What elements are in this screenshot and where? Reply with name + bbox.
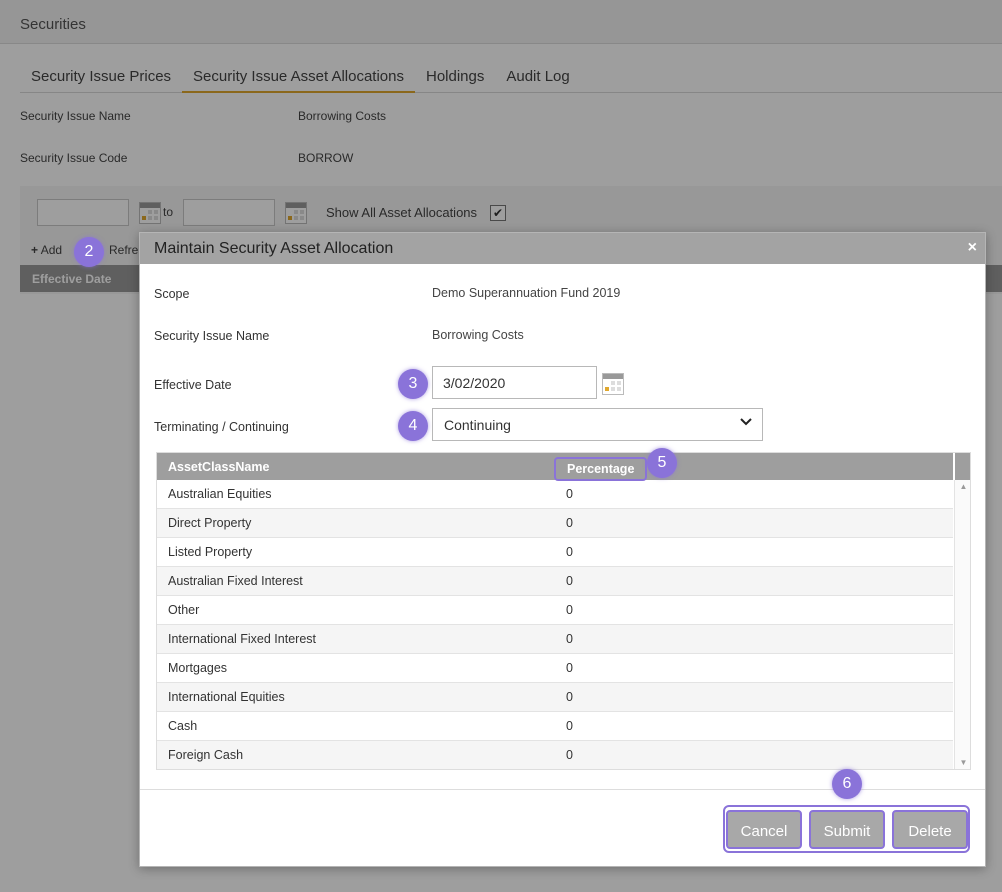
table-row[interactable]: International Equities 0 [157, 683, 953, 712]
terminating-continuing-label: Terminating / Continuing [154, 420, 289, 434]
chevron-down-icon [740, 418, 752, 426]
table-row[interactable]: Mortgages 0 [157, 654, 953, 683]
percentage-cell[interactable]: 0 [566, 719, 573, 733]
asset-class-name-cell: Mortgages [168, 661, 228, 675]
select-value: Continuing [444, 417, 511, 433]
asset-class-name-cell: Australian Fixed Interest [168, 574, 303, 588]
table-row[interactable]: Other 0 [157, 596, 953, 625]
cancel-button[interactable]: Cancel [726, 810, 802, 849]
asset-allocation-table: AssetClassName Percentage Australian Equ… [156, 452, 971, 770]
asset-class-name-cell: Listed Property [168, 545, 253, 559]
percentage-cell[interactable]: 0 [566, 545, 573, 559]
percentage-cell[interactable]: 0 [566, 690, 573, 704]
effective-date-label: Effective Date [154, 378, 232, 392]
percentage-cell[interactable]: 0 [566, 661, 573, 675]
table-row[interactable]: Direct Property 0 [157, 509, 953, 538]
vertical-scrollbar[interactable]: ▲ ▼ [954, 480, 970, 769]
percentage-cell[interactable]: 0 [566, 574, 573, 588]
asset-class-name-cell: Foreign Cash [168, 748, 244, 762]
percentage-cell[interactable]: 0 [566, 632, 573, 646]
terminating-continuing-select[interactable]: Continuing [432, 408, 763, 441]
table-row[interactable]: Listed Property 0 [157, 538, 953, 567]
table-row[interactable]: International Fixed Interest 0 [157, 625, 953, 654]
table-row[interactable]: Cash 0 [157, 712, 953, 741]
table-body: Australian Equities 0 Direct Property 0 List… [157, 480, 953, 769]
asset-class-name-cell: Direct Property [168, 516, 252, 530]
close-icon[interactable]: × [968, 239, 977, 257]
scope-value: Demo Superannuation Fund 2019 [432, 286, 621, 300]
scroll-down-icon[interactable]: ▼ [955, 758, 970, 767]
table-row[interactable]: Australian Equities 0 [157, 480, 953, 509]
maintain-allocation-modal: Maintain Security Asset Allocation × Sco… [139, 232, 986, 867]
delete-button[interactable]: Delete [892, 810, 968, 849]
modal-title: Maintain Security Asset Allocation × [140, 233, 985, 264]
table-row[interactable]: Australian Fixed Interest 0 [157, 567, 953, 596]
step-badge-2: 2 [74, 237, 104, 267]
calendar-icon[interactable] [602, 373, 624, 395]
step-badge-5: 5 [647, 448, 677, 478]
percentage-cell[interactable]: 0 [566, 748, 573, 762]
percentage-cell[interactable]: 0 [566, 603, 573, 617]
asset-class-name-cell: International Fixed Interest [168, 632, 316, 646]
asset-class-name-cell: Cash [168, 719, 198, 733]
asset-class-name-cell: International Equities [168, 690, 285, 704]
header-percentage[interactable]: Percentage [554, 457, 648, 481]
scrollbar-header [954, 453, 970, 480]
issue-name-label: Security Issue Name [154, 329, 270, 343]
percentage-cell[interactable]: 0 [566, 487, 573, 501]
step-badge-6: 6 [832, 769, 862, 799]
asset-class-name-cell: Australian Equities [168, 487, 272, 501]
issue-name-value: Borrowing Costs [432, 328, 524, 342]
scroll-up-icon[interactable]: ▲ [955, 482, 970, 491]
step-badge-3: 3 [398, 369, 428, 399]
submit-button[interactable]: Submit [809, 810, 885, 849]
asset-class-name-cell: Other [168, 603, 200, 617]
header-asset-class-name[interactable]: AssetClassName [168, 460, 269, 474]
percentage-cell[interactable]: 0 [566, 516, 573, 530]
table-header: AssetClassName Percentage [157, 453, 953, 481]
modal-footer: Cancel Submit Delete [140, 789, 985, 867]
table-row[interactable]: Foreign Cash 0 [157, 741, 953, 769]
modal-title-text: Maintain Security Asset Allocation [154, 240, 394, 257]
button-group: Cancel Submit Delete [723, 805, 970, 853]
scope-label: Scope [154, 287, 190, 301]
step-badge-4: 4 [398, 411, 428, 441]
effective-date-input[interactable]: 3/02/2020 [432, 366, 597, 399]
